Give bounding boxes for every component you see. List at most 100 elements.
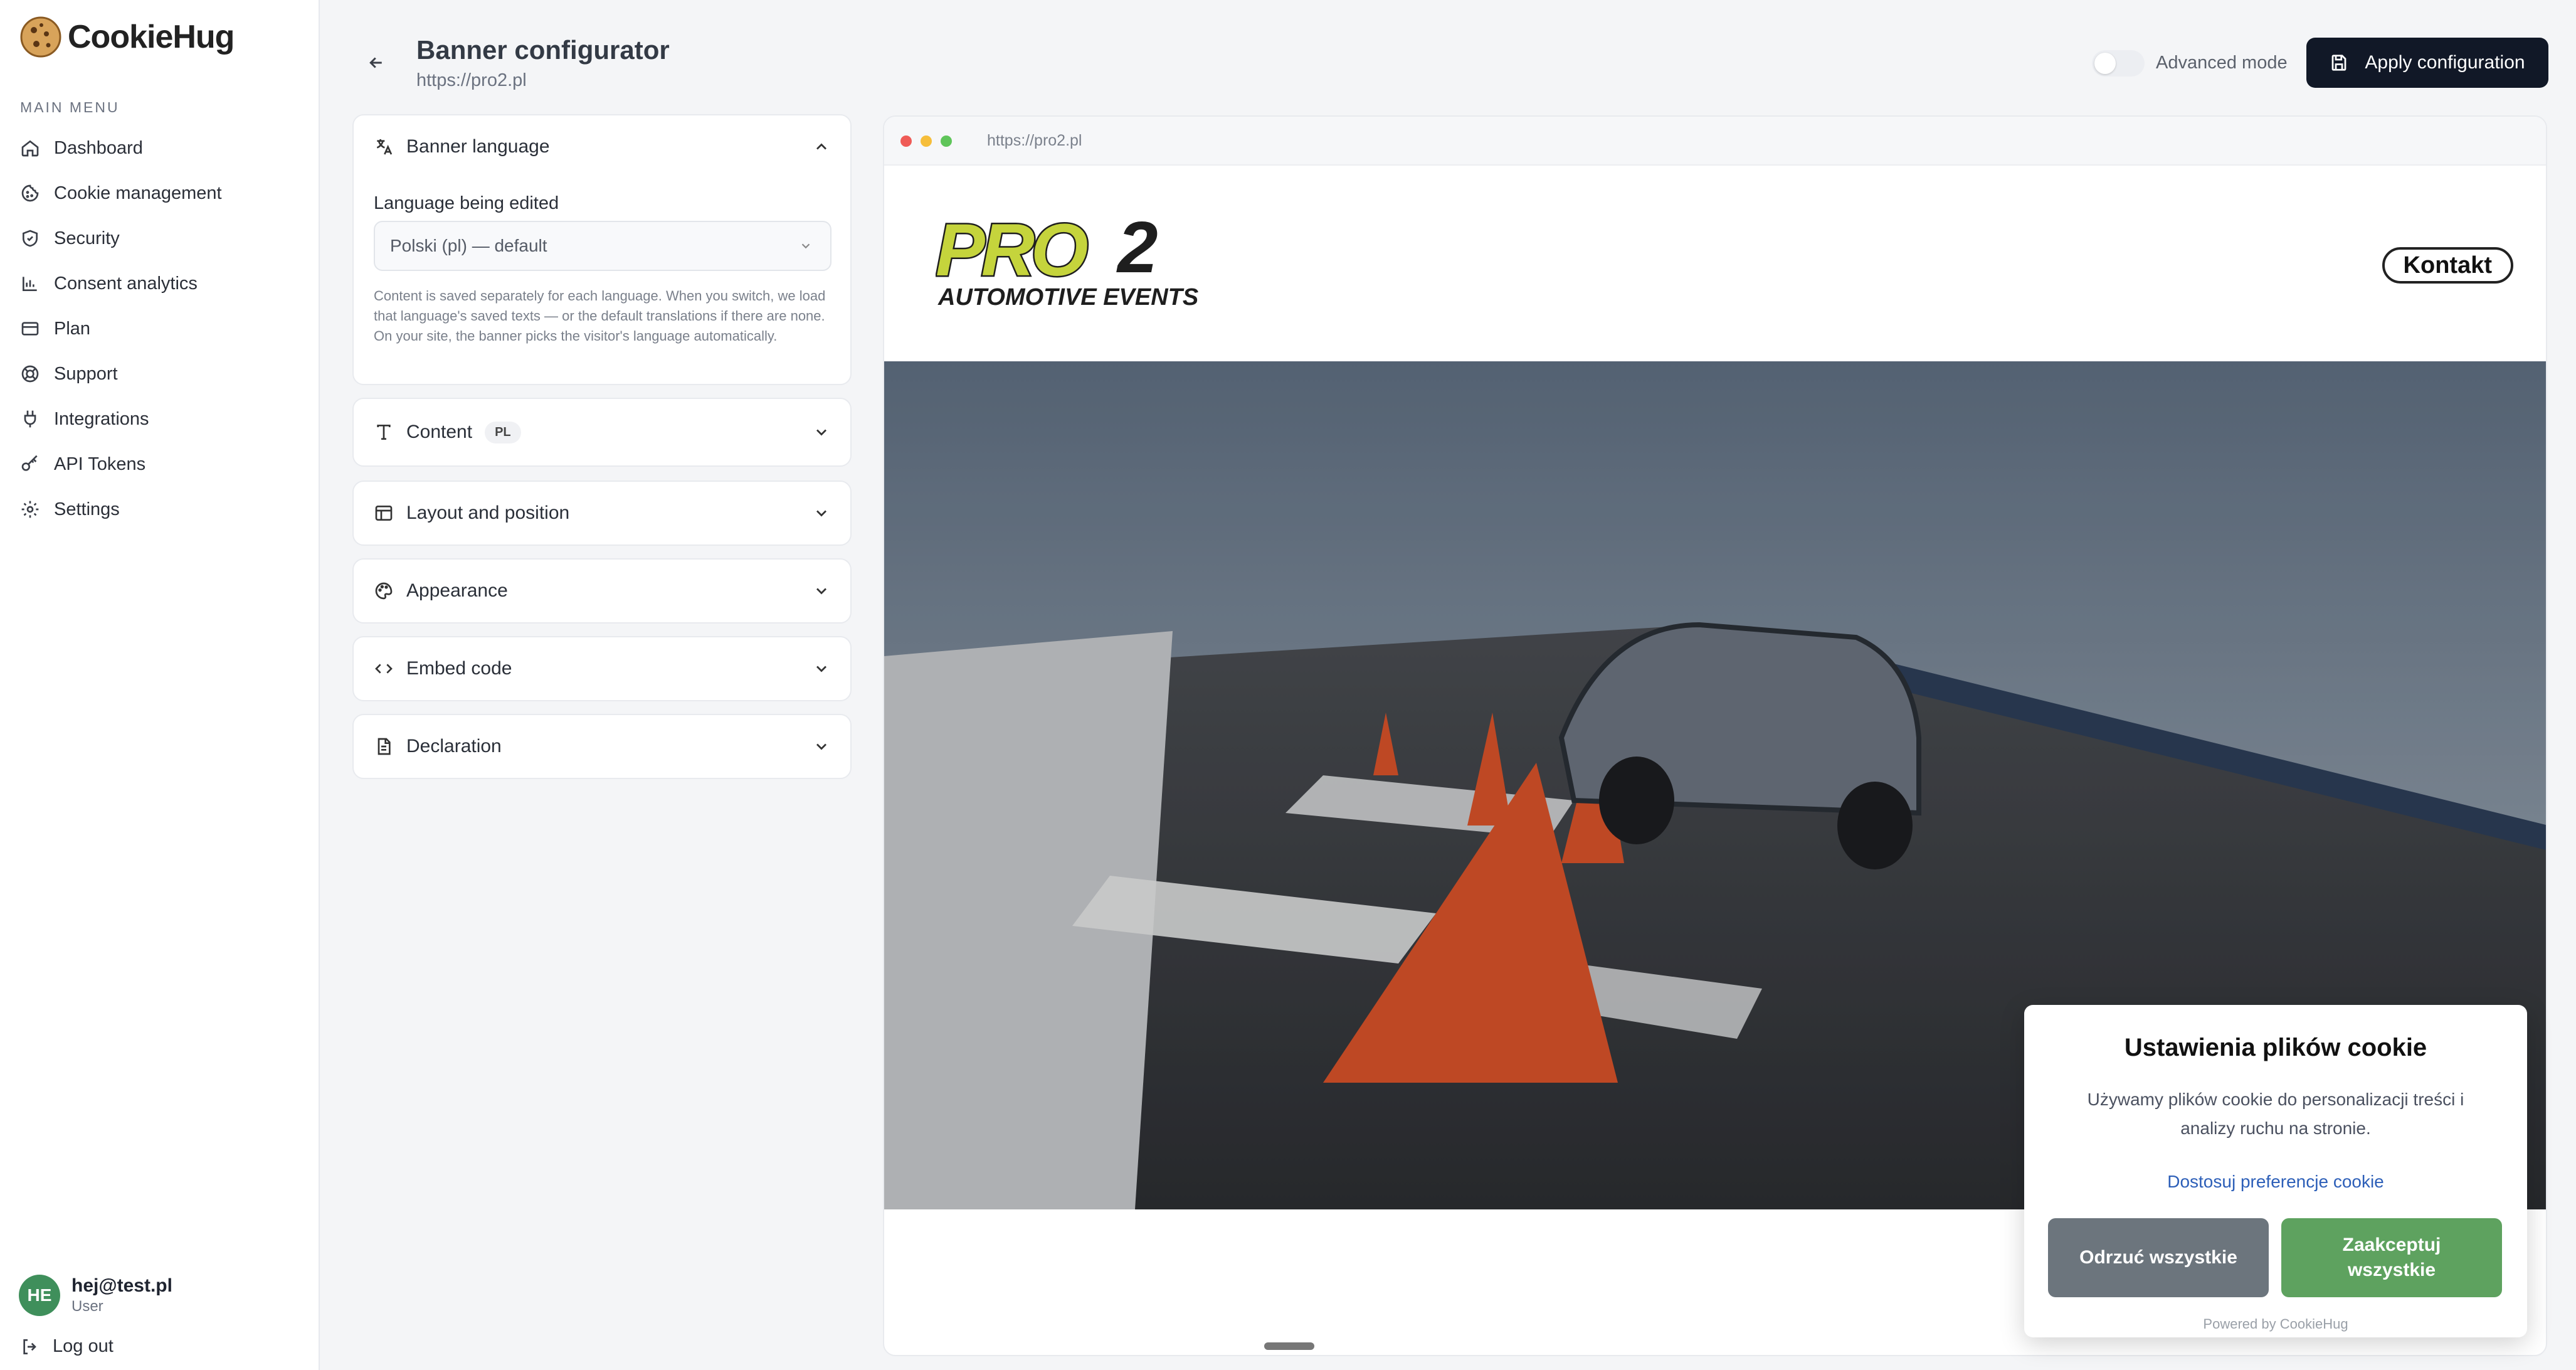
logout-button[interactable]: Log out: [20, 1336, 113, 1357]
sidebar-item-security[interactable]: Security: [0, 216, 320, 261]
chevron-down-icon: [816, 743, 826, 750]
cookie-banner: Ustawienia plików cookie Używamy plików …: [2024, 1005, 2527, 1337]
site-logo-main: PRO: [936, 210, 1087, 292]
user-profile[interactable]: HE hej@test.pl User: [19, 1275, 172, 1316]
appearance-card: Appearance: [352, 558, 852, 624]
preview-url: https://pro2.pl: [987, 132, 1082, 149]
sidebar-item-consent-analytics[interactable]: Consent analytics: [0, 261, 320, 306]
sidebar-item-label: Cookie management: [54, 183, 222, 203]
sidebar-item-cookie-management[interactable]: Cookie management: [0, 171, 320, 216]
embed-code-card: Embed code: [352, 636, 852, 701]
page-title: Banner configurator: [416, 35, 670, 65]
banner-language-card: Banner language Language being edited Po…: [352, 114, 852, 385]
sidebar-item-support[interactable]: Support: [0, 351, 320, 396]
content-card: Content PL: [352, 398, 852, 467]
sidebar-item-label: Plan: [54, 318, 91, 339]
sidebar-item-integrations[interactable]: Integrations: [0, 396, 320, 442]
embed-code-title: Embed code: [406, 658, 512, 679]
chevron-down-icon: [816, 588, 826, 595]
text-icon: [377, 425, 391, 440]
chevron-down-icon: [816, 510, 826, 517]
cookie-logo-icon: [20, 16, 61, 58]
sidebar: CookieHug MAIN MENU Dashboard Cookie man…: [0, 0, 320, 1370]
declaration-card: Declaration: [352, 714, 852, 779]
sidebar-item-label: Integrations: [54, 408, 149, 429]
banner-language-header[interactable]: Banner language: [354, 115, 850, 178]
shield-icon: [23, 230, 38, 247]
key-icon: [21, 455, 38, 471]
browser-bar: https://pro2.pl: [884, 117, 2546, 166]
powered-by-label: Powered by CookieHug: [2203, 1316, 2348, 1332]
arrow-left-icon: [369, 57, 382, 68]
window-minimize-dot: [921, 135, 932, 147]
embed-code-header[interactable]: Embed code: [354, 637, 850, 700]
declaration-header[interactable]: Declaration: [354, 715, 850, 778]
sidebar-item-plan[interactable]: Plan: [0, 306, 320, 351]
logout-label: Log out: [53, 1336, 113, 1356]
lifebuoy-icon: [21, 365, 39, 383]
sidebar-item-label: API Tokens: [54, 454, 146, 474]
kontakt-button[interactable]: Kontakt: [2382, 247, 2513, 284]
page-subtitle: https://pro2.pl: [416, 70, 527, 90]
language-select-value: Polski (pl) — default: [390, 236, 547, 255]
sidebar-item-dashboard[interactable]: Dashboard: [0, 125, 320, 171]
layout-title: Layout and position: [406, 502, 570, 523]
site-logo: PRO 2 AUTOMOTIVE EVENTS: [934, 206, 1199, 319]
content-header[interactable]: Content PL: [354, 399, 850, 465]
chevron-down-icon: [801, 243, 810, 249]
cookie-icon: [21, 184, 39, 202]
sidebar-item-label: Consent analytics: [54, 273, 198, 294]
sidebar-item-label: Settings: [54, 499, 120, 519]
sidebar-item-label: Security: [54, 228, 120, 248]
accept-all-button[interactable]: Zaakceptuj wszystkie: [2281, 1218, 2502, 1297]
sidebar-item-api-tokens[interactable]: API Tokens: [0, 442, 320, 487]
pro2-logo-image: PRO 2 AUTOMOTIVE EVENTS: [934, 206, 1199, 311]
sidebar-item-label: Support: [54, 363, 118, 384]
translate-icon: [376, 139, 393, 155]
user-role: User: [71, 1298, 103, 1315]
apply-configuration-label: Apply configuration: [2365, 52, 2525, 73]
cookie-banner-title: Ustawienia plików cookie: [2124, 1034, 2427, 1061]
brand-logo[interactable]: CookieHug: [19, 15, 235, 59]
language-help-text: Content is saved separately for each lan…: [374, 288, 826, 344]
brand-name: CookieHug: [68, 19, 235, 55]
layout-header[interactable]: Layout and position: [354, 482, 850, 544]
layout-card: Layout and position: [352, 481, 852, 546]
apply-configuration-button[interactable]: Apply configuration: [2306, 38, 2548, 88]
back-button[interactable]: [364, 50, 389, 75]
bar-chart-icon: [23, 277, 37, 291]
language-select[interactable]: Polski (pl) — default: [374, 221, 831, 271]
language-badge: PL: [485, 421, 521, 443]
banner-language-title: Banner language: [406, 136, 550, 157]
chevron-down-icon: [816, 666, 826, 672]
site-logo-number: 2: [1116, 210, 1158, 288]
main-nav: Dashboard Cookie management Security Con…: [0, 125, 320, 532]
credit-card-icon: [21, 322, 39, 336]
window-close-dot: [900, 135, 912, 147]
sidebar-item-label: Dashboard: [54, 137, 143, 158]
declaration-title: Declaration: [406, 736, 502, 757]
document-icon: [377, 738, 391, 755]
layout-icon: [375, 506, 393, 521]
chevron-up-icon: [816, 143, 826, 150]
appearance-title: Appearance: [406, 580, 508, 601]
language-field-label: Language being edited: [374, 193, 559, 213]
site-logo-tagline: AUTOMOTIVE EVENTS: [937, 284, 1198, 311]
main-menu-caption: MAIN MENU: [20, 99, 120, 115]
plug-icon: [24, 410, 36, 428]
home-icon: [21, 140, 39, 157]
window-maximize-dot: [941, 135, 952, 147]
logout-icon: [23, 1339, 36, 1354]
sidebar-item-settings[interactable]: Settings: [0, 487, 320, 532]
scroll-handle[interactable]: [1264, 1342, 1314, 1350]
cookie-banner-text: Używamy plików cookie do personalizacji …: [2087, 1090, 2464, 1138]
palette-icon: [375, 582, 393, 600]
advanced-mode-toggle[interactable]: [2092, 50, 2145, 77]
save-icon: [2332, 55, 2346, 71]
user-email: hej@test.pl: [71, 1275, 172, 1296]
customize-preferences-link[interactable]: Dostosuj preferencje cookie: [2024, 1172, 2527, 1192]
reject-all-button[interactable]: Odrzuć wszystkie: [2048, 1218, 2269, 1297]
appearance-header[interactable]: Appearance: [354, 560, 850, 622]
gear-icon: [21, 501, 39, 518]
avatar: HE: [19, 1275, 60, 1316]
